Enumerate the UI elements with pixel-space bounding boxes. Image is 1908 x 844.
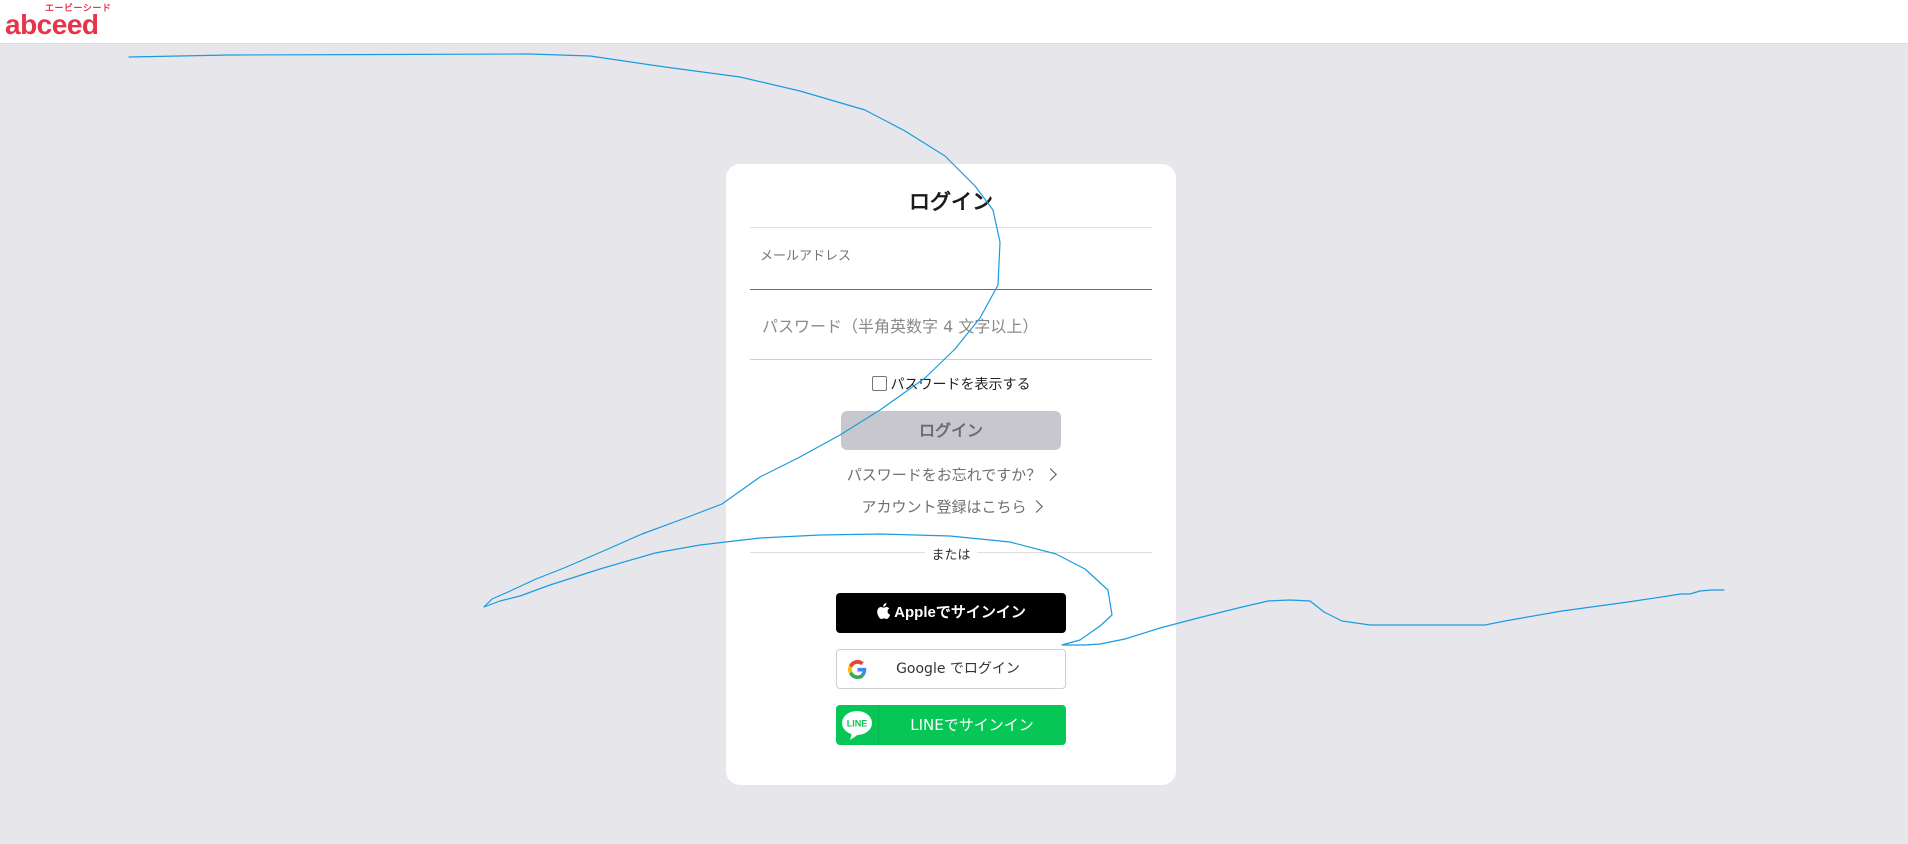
email-input[interactable] [760,264,1144,286]
line-icon: LINE [842,711,872,740]
line-icon-box: LINE [836,705,879,745]
email-field[interactable]: メールアドレス [750,228,1152,290]
show-password-label[interactable]: パスワードを表示する [891,377,1031,393]
apple-signin-button[interactable]: Appleでサインイン [836,593,1066,633]
page-title: ログイン [909,190,993,214]
login-card: ログイン メールアドレス パスワードを表示する ログイン パスワードをお忘れです… [726,164,1176,785]
email-label: メールアドレス [760,249,852,264]
show-password-row[interactable]: パスワードを表示する [726,374,1176,394]
apple-icon [877,603,891,619]
google-login-label: Google でログイン [896,661,1020,677]
login-submit-button[interactable]: ログイン [841,411,1061,450]
chevron-right-icon [1029,500,1043,513]
chevron-right-icon [1044,468,1058,481]
register-label[interactable]: アカウント登録はこちら [861,498,1026,516]
logo-text: abceed [5,9,99,40]
line-signin-button[interactable]: LINE LINEでサインイン [836,705,1066,745]
line-signin-label: LINEでサインイン [910,716,1034,734]
forgot-password-link[interactable]: パスワードをお忘れですか？ [726,464,1176,485]
top-header: エービーシード abceed [0,0,1908,44]
register-link[interactable]: アカウント登録はこちら [726,496,1176,517]
line-icon-text: LINE [847,719,868,729]
apple-signin-label: Appleでサインイン [894,604,1026,621]
or-label: または [931,548,971,563]
forgot-password-label[interactable]: パスワードをお忘れですか？ [847,466,1042,484]
show-password-checkbox[interactable] [871,376,887,391]
abceed-logo[interactable]: エービーシード abceed [5,4,115,40]
or-divider: または [750,544,1152,563]
password-input[interactable] [760,310,1154,342]
password-field[interactable] [750,292,1154,360]
google-login-button[interactable]: Google でログイン [836,649,1066,689]
